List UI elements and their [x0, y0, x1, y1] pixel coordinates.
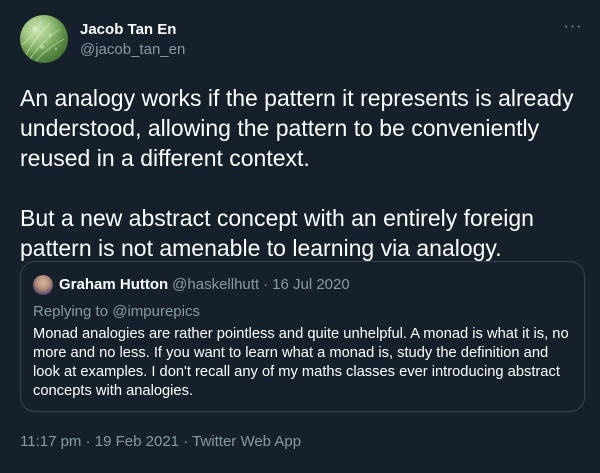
author-handle[interactable]: @jacob_tan_en — [80, 40, 185, 60]
tweet-date[interactable]: 19 Feb 2021 — [95, 433, 179, 450]
more-horizontal-icon: ··· — [563, 18, 583, 35]
quoted-tweet-text: Monad analogies are rather pointless and… — [33, 326, 569, 399]
tweet-metadata: 11:17 pm · 19 Feb 2021 · Twitter Web App — [20, 432, 301, 452]
quoted-author-handle: @haskellhutt — [172, 276, 260, 293]
quoted-tweet[interactable]: Graham Hutton @haskellhutt · 16 Jul 2020… — [20, 261, 585, 412]
quoted-author-name: Graham Hutton — [59, 276, 169, 293]
tweet-card: Jacob Tan En @jacob_tan_en ··· An analog… — [0, 0, 600, 473]
meta-separator: · — [183, 433, 189, 450]
tweet-time[interactable]: 11:17 pm — [20, 433, 81, 450]
tweet-source[interactable]: Twitter Web App — [192, 433, 301, 450]
avatar[interactable] — [20, 15, 68, 63]
tweet-text: An analogy works if the pattern it repre… — [20, 85, 574, 261]
author-info: Jacob Tan En @jacob_tan_en — [80, 20, 185, 60]
quoted-tweet-header: Graham Hutton @haskellhutt · 16 Jul 2020 — [33, 275, 350, 295]
quoted-replying-to: Replying to @impurepics — [33, 303, 200, 320]
quoted-separator: · — [263, 276, 269, 293]
grass-photo-avatar-icon — [21, 20, 65, 62]
more-options-button[interactable]: ··· — [562, 18, 584, 38]
author-display-name[interactable]: Jacob Tan En — [80, 20, 185, 40]
meta-separator: · — [85, 433, 91, 450]
quoted-date: 16 Jul 2020 — [272, 276, 350, 293]
quoted-author-avatar — [33, 275, 53, 295]
